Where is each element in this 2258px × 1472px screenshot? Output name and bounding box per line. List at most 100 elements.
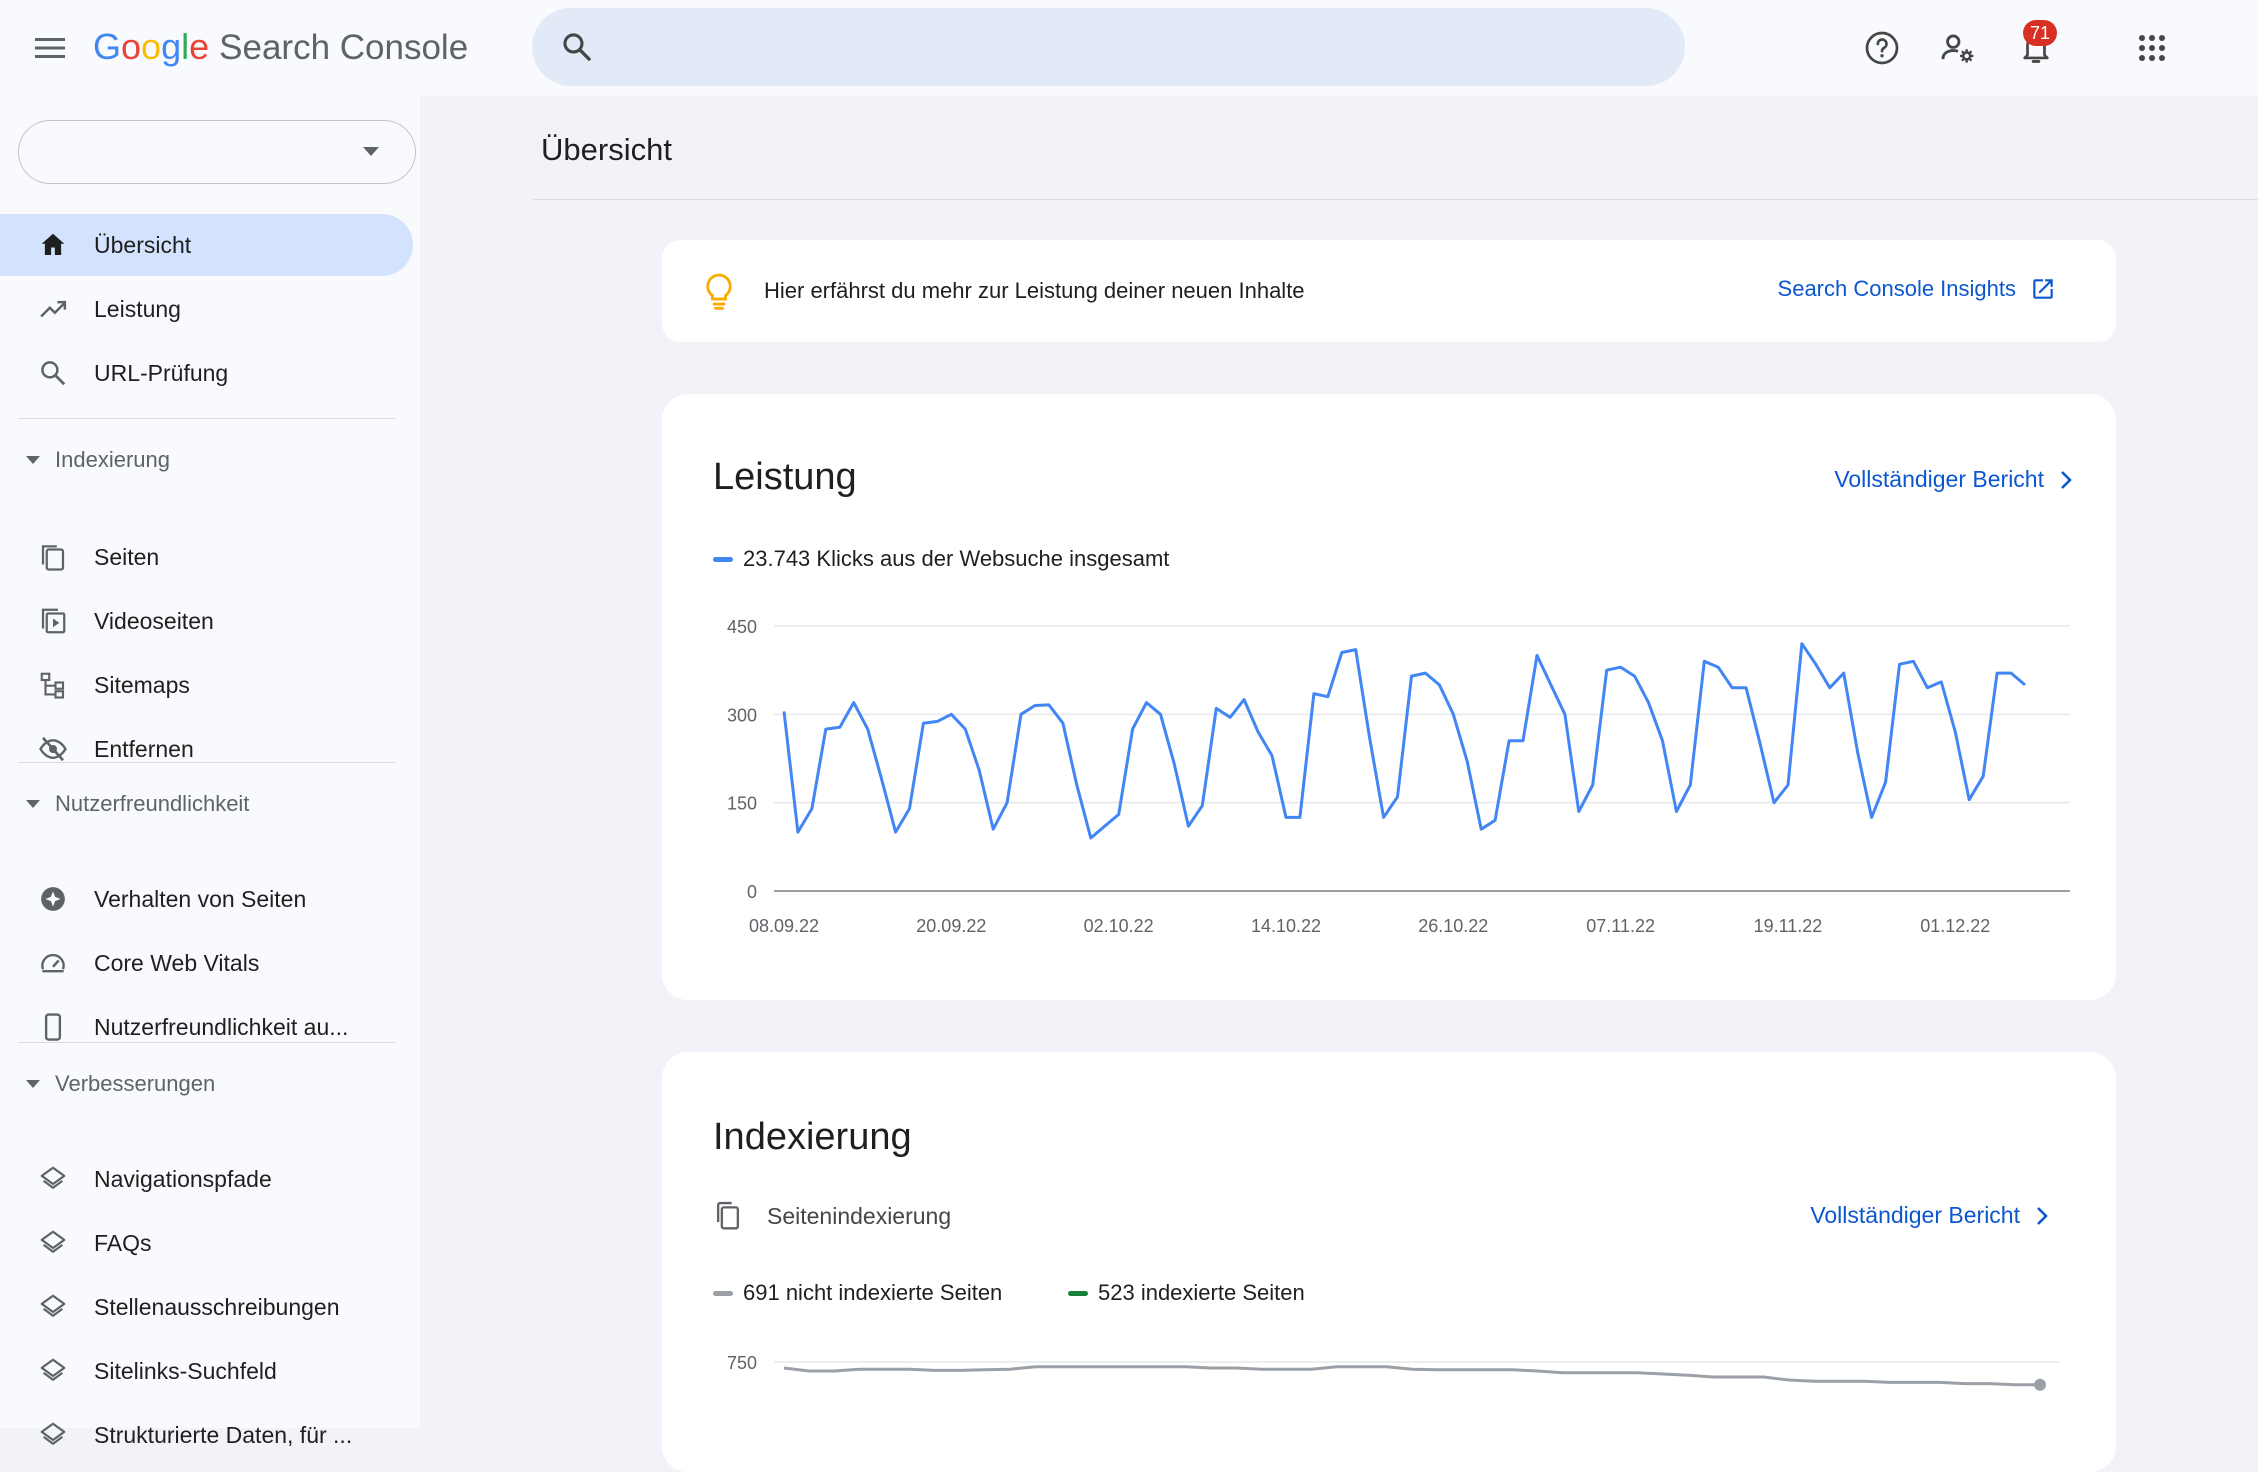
- clicks-data-point[interactable]: [1113, 808, 1125, 820]
- clicks-data-point[interactable]: [1838, 667, 1850, 679]
- not-indexed-series-line[interactable]: [783, 1365, 2040, 1387]
- clicks-data-point[interactable]: [1866, 811, 1878, 823]
- sidebar-item-strukturierte-daten-fuer[interactable]: Strukturierte Daten, für ...: [0, 1404, 413, 1466]
- clicks-data-point[interactable]: [959, 723, 971, 735]
- clicks-data-point[interactable]: [903, 803, 915, 815]
- sidebar-section-nutzerfreundlichkeit[interactable]: Nutzerfreundlichkeit: [0, 776, 413, 832]
- clicks-data-point[interactable]: [2019, 679, 2031, 691]
- clicks-data-point[interactable]: [1573, 806, 1585, 818]
- clicks-data-point[interactable]: [1419, 667, 1431, 679]
- clicks-data-point[interactable]: [1001, 797, 1013, 809]
- clicks-data-point[interactable]: [1712, 661, 1724, 673]
- clicks-data-point[interactable]: [1280, 811, 1292, 823]
- clicks-data-point[interactable]: [931, 715, 943, 727]
- users-settings-button[interactable]: [1934, 24, 1982, 72]
- clicks-data-point[interactable]: [834, 721, 846, 733]
- clicks-data-point[interactable]: [820, 723, 832, 735]
- clicks-data-point[interactable]: [1531, 649, 1543, 661]
- clicks-data-point[interactable]: [1629, 670, 1641, 682]
- property-selector[interactable]: [18, 120, 416, 184]
- clicks-data-point[interactable]: [890, 826, 902, 838]
- sidebar-item-uebersicht[interactable]: Übersicht: [0, 214, 413, 276]
- clicks-data-point[interactable]: [1684, 779, 1696, 791]
- clicks-data-point[interactable]: [1796, 638, 1808, 650]
- sidebar-item-entfernen[interactable]: Entfernen: [0, 718, 413, 780]
- sidebar-section-verbesserungen[interactable]: Verbesserungen: [0, 1056, 413, 1112]
- clicks-data-point[interactable]: [1698, 655, 1710, 667]
- product-logo[interactable]: Google Search Console: [93, 26, 468, 68]
- clicks-data-point[interactable]: [1587, 779, 1599, 791]
- clicks-data-point[interactable]: [1880, 776, 1892, 788]
- clicks-data-point[interactable]: [1294, 811, 1306, 823]
- clicks-data-point[interactable]: [1656, 735, 1668, 747]
- sidebar-item-verhalten-von-seiten[interactable]: Verhalten von Seiten: [0, 868, 413, 930]
- clicks-data-point[interactable]: [1852, 747, 1864, 759]
- clicks-data-point[interactable]: [1517, 735, 1529, 747]
- clicks-data-point[interactable]: [1991, 667, 2003, 679]
- clicks-data-point[interactable]: [1350, 644, 1362, 656]
- clicks-data-point[interactable]: [1726, 682, 1738, 694]
- clicks-data-point[interactable]: [848, 697, 860, 709]
- clicks-data-point[interactable]: [1475, 823, 1487, 835]
- clicks-data-point[interactable]: [1127, 723, 1139, 735]
- clicks-data-point[interactable]: [1782, 779, 1794, 791]
- clicks-data-point[interactable]: [1029, 700, 1041, 712]
- clicks-data-point[interactable]: [1196, 800, 1208, 812]
- clicks-data-point[interactable]: [1447, 708, 1459, 720]
- clicks-data-point[interactable]: [1433, 679, 1445, 691]
- clicks-data-point[interactable]: [1015, 708, 1027, 720]
- clicks-data-point[interactable]: [1949, 726, 1961, 738]
- clicks-data-point[interactable]: [1503, 735, 1515, 747]
- clicks-data-point[interactable]: [1308, 688, 1320, 700]
- clicks-data-point[interactable]: [1252, 726, 1264, 738]
- clicks-data-point[interactable]: [1643, 697, 1655, 709]
- clicks-data-point[interactable]: [1489, 814, 1501, 826]
- sidebar-item-faqs[interactable]: FAQs: [0, 1212, 413, 1274]
- sidebar-item-nutzerfreundlichkeit-au[interactable]: Nutzerfreundlichkeit au...: [0, 996, 413, 1058]
- clicks-data-point[interactable]: [1601, 664, 1613, 676]
- sidebar-item-sitemaps[interactable]: Sitemaps: [0, 654, 413, 716]
- clicks-data-point[interactable]: [862, 723, 874, 735]
- sidebar-item-sitelinks-suchfeld[interactable]: Sitelinks-Suchfeld: [0, 1340, 413, 1402]
- clicks-data-point[interactable]: [1545, 679, 1557, 691]
- main-menu-button[interactable]: [28, 26, 72, 70]
- sidebar-item-core-web-vitals[interactable]: Core Web Vitals: [0, 932, 413, 994]
- clicks-data-point[interactable]: [1405, 670, 1417, 682]
- clicks-data-point[interactable]: [1559, 708, 1571, 720]
- search-bar[interactable]: [532, 8, 1685, 86]
- clicks-data-point[interactable]: [1238, 694, 1250, 706]
- clicks-data-point[interactable]: [1210, 702, 1222, 714]
- sidebar-item-seiten[interactable]: Seiten: [0, 526, 413, 588]
- clicks-data-point[interactable]: [1099, 820, 1111, 832]
- clicks-data-point[interactable]: [1740, 682, 1752, 694]
- clicks-data-point[interactable]: [1154, 708, 1166, 720]
- clicks-data-point[interactable]: [1364, 732, 1376, 744]
- clicks-data-point[interactable]: [1461, 755, 1473, 767]
- sidebar-item-url-pruefung[interactable]: URL-Prüfung: [0, 342, 413, 404]
- clicks-data-point[interactable]: [1392, 791, 1404, 803]
- clicks-data-point[interactable]: [1977, 770, 1989, 782]
- clicks-data-point[interactable]: [2005, 667, 2017, 679]
- clicks-data-point[interactable]: [778, 705, 790, 717]
- clicks-data-point[interactable]: [1935, 676, 1947, 688]
- clicks-data-point[interactable]: [1266, 750, 1278, 762]
- clicks-data-point[interactable]: [1168, 758, 1180, 770]
- clicks-data-point[interactable]: [1670, 806, 1682, 818]
- clicks-data-point[interactable]: [1963, 794, 1975, 806]
- google-apps-button[interactable]: [2128, 24, 2176, 72]
- clicks-data-point[interactable]: [1378, 811, 1390, 823]
- clicks-data-point[interactable]: [1043, 699, 1055, 711]
- clicks-data-point[interactable]: [792, 826, 804, 838]
- sidebar-item-videoseiten[interactable]: Videoseiten: [0, 590, 413, 652]
- sidebar-item-stellenausschreibungen[interactable]: Stellenausschreibungen: [0, 1276, 413, 1338]
- clicks-data-point[interactable]: [1907, 655, 1919, 667]
- sidebar-item-navigationspfade[interactable]: Navigationspfade: [0, 1148, 413, 1210]
- clicks-data-point[interactable]: [1754, 738, 1766, 750]
- clicks-data-point[interactable]: [876, 773, 888, 785]
- search-console-insights-link[interactable]: Search Console Insights: [1778, 276, 2056, 302]
- clicks-data-point[interactable]: [945, 708, 957, 720]
- clicks-data-point[interactable]: [1810, 658, 1822, 670]
- clicks-data-point[interactable]: [1085, 832, 1097, 844]
- clicks-data-point[interactable]: [1182, 820, 1194, 832]
- clicks-data-point[interactable]: [987, 823, 999, 835]
